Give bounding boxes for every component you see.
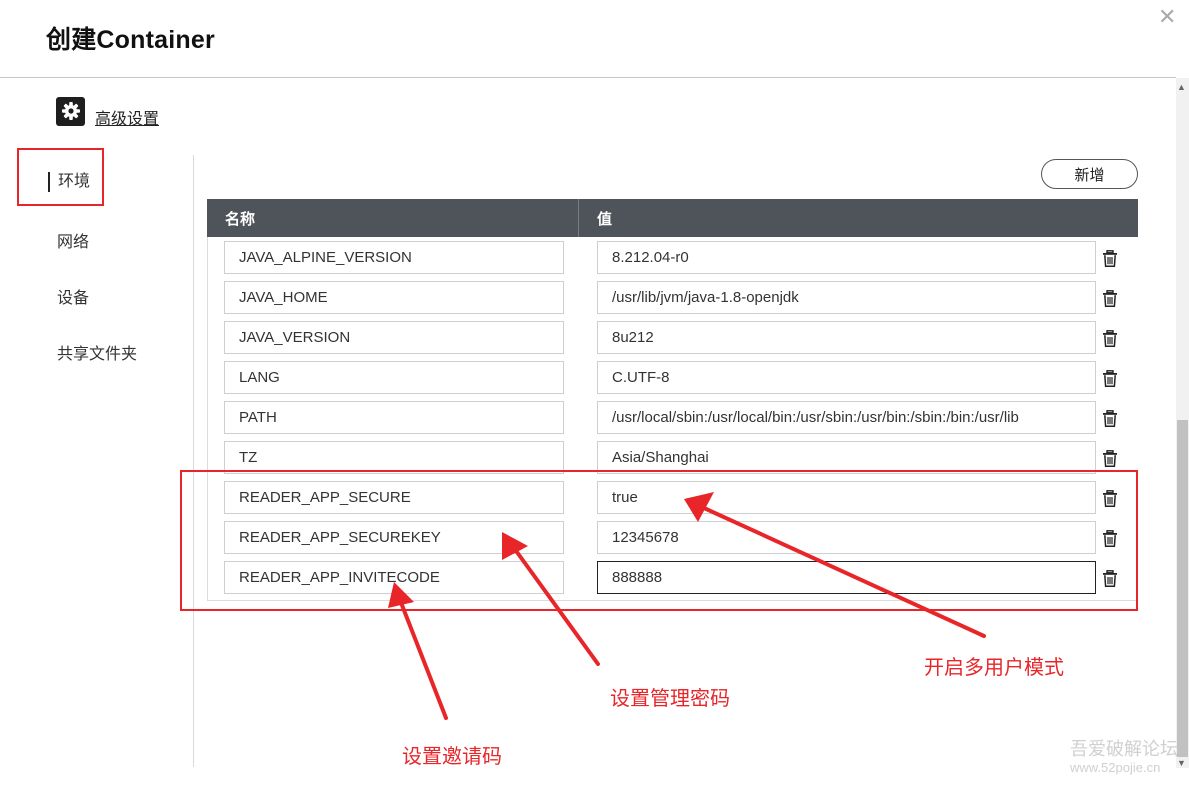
annotation-label-multi-user: 开启多用户模式 <box>924 657 1064 679</box>
scroll-up-arrow-icon[interactable]: ▲ <box>1177 82 1186 92</box>
arrow-admin-password <box>512 546 600 666</box>
arrow-multi-user <box>702 506 986 638</box>
arrow-invite-code <box>398 598 448 720</box>
annotation-label-invite-code: 设置邀请码 <box>402 746 502 768</box>
annotation-label-admin-password: 设置管理密码 <box>610 688 730 710</box>
watermark-title: 吾爱破解论坛 <box>1070 739 1178 759</box>
arrowhead-multi-user <box>684 492 714 522</box>
scrollbar-thumb[interactable] <box>1177 420 1188 757</box>
arrowhead-invite-code <box>388 582 414 608</box>
scroll-down-arrow-icon[interactable]: ▼ <box>1177 758 1186 768</box>
arrowhead-admin-password <box>502 532 528 560</box>
watermark-url: www.52pojie.cn <box>1070 760 1161 775</box>
